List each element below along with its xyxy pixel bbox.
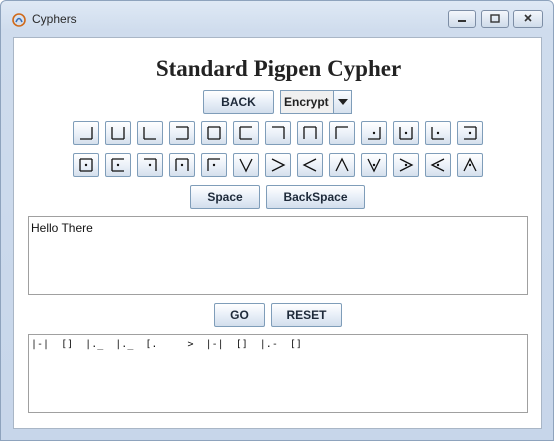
cipher-key-grid-tr[interactable]	[265, 121, 291, 145]
cipher-key-grid-b[interactable]	[105, 121, 131, 145]
pigpen-grid-bl-dot-icon	[430, 125, 446, 141]
pigpen-x-v-dot-icon	[366, 157, 382, 173]
cipher-key-grid-r[interactable]	[169, 121, 195, 145]
pigpen-grid-br-dot-icon	[366, 125, 382, 141]
maximize-icon	[490, 10, 500, 28]
pigpen-x-caret-icon	[334, 157, 350, 173]
cipher-key-x-gt[interactable]	[265, 153, 291, 177]
pigpen-grid-tl-dot-icon	[206, 157, 222, 173]
pigpen-grid-tr-icon	[270, 125, 286, 141]
pigpen-x-v-icon	[238, 157, 254, 173]
pigpen-x-gt-dot-icon	[398, 157, 414, 173]
reset-button[interactable]: RESET	[271, 303, 342, 327]
cipher-key-x-caret-dot[interactable]	[457, 153, 483, 177]
minimize-icon	[457, 10, 467, 28]
pigpen-grid-l-icon	[238, 125, 254, 141]
pigpen-grid-b-dot-icon	[398, 125, 414, 141]
cipher-key-grid-l[interactable]	[233, 121, 259, 145]
cipher-key-grid-br-dot[interactable]	[361, 121, 387, 145]
go-button[interactable]: GO	[214, 303, 265, 327]
cipher-key-grid-l-dot[interactable]	[105, 153, 131, 177]
cipher-key-grid-br[interactable]	[73, 121, 99, 145]
pigpen-grid-t-icon	[302, 125, 318, 141]
close-icon	[523, 10, 533, 28]
maximize-button[interactable]	[481, 10, 509, 28]
pigpen-grid-c-icon	[206, 125, 222, 141]
pigpen-grid-r-icon	[174, 125, 190, 141]
page-title: Standard Pigpen Cypher	[155, 56, 402, 81]
cipher-key-x-caret[interactable]	[329, 153, 355, 177]
pigpen-grid-tr-dot-icon	[142, 157, 158, 173]
mode-select[interactable]: Encrypt	[280, 90, 352, 114]
backspace-button[interactable]: BackSpace	[266, 185, 365, 209]
cipher-key-x-lt[interactable]	[297, 153, 323, 177]
cipher-key-grid-c-dot[interactable]	[73, 153, 99, 177]
cipher-key-grid-tr-dot[interactable]	[137, 153, 163, 177]
pigpen-x-gt-icon	[270, 157, 286, 173]
pigpen-grid-b-icon	[110, 125, 126, 141]
pigpen-grid-l-dot-icon	[110, 157, 126, 173]
cipher-key-x-gt-dot[interactable]	[393, 153, 419, 177]
pigpen-x-lt-dot-icon	[430, 157, 446, 173]
app-window: Cyphers Standard Pigpen Cypher BACK Encr…	[0, 0, 554, 441]
cipher-key-x-v-dot[interactable]	[361, 153, 387, 177]
cipher-key-x-v[interactable]	[233, 153, 259, 177]
close-button[interactable]	[513, 10, 543, 28]
mode-select-value: Encrypt	[284, 95, 329, 109]
content-panel: Standard Pigpen Cypher BACK Encrypt Spac…	[13, 37, 542, 429]
title-bar[interactable]: Cyphers	[1, 1, 553, 35]
cipher-key-grid-tl-dot[interactable]	[201, 153, 227, 177]
cipher-key-grid-b-dot[interactable]	[393, 121, 419, 145]
cipher-output[interactable]: |-| [] |._ |._ [. > |-| [] |.- []	[28, 334, 528, 413]
cipher-key-grid-c[interactable]	[201, 121, 227, 145]
pigpen-grid-tl-icon	[334, 125, 350, 141]
back-button[interactable]: BACK	[203, 90, 274, 114]
plaintext-input[interactable]: Hello There	[28, 216, 528, 295]
cipher-key-x-lt-dot[interactable]	[425, 153, 451, 177]
pigpen-grid-bl-icon	[142, 125, 158, 141]
cipher-key-grid-bl-dot[interactable]	[425, 121, 451, 145]
minimize-button[interactable]	[448, 10, 476, 28]
pigpen-grid-r-dot-icon	[462, 125, 478, 141]
pigpen-grid-br-icon	[78, 125, 94, 141]
pigpen-x-caret-dot-icon	[462, 157, 478, 173]
app-icon	[11, 12, 27, 28]
window-title: Cyphers	[32, 12, 77, 26]
cipher-key-grid-tl[interactable]	[329, 121, 355, 145]
pigpen-grid-t-dot-icon	[174, 157, 190, 173]
cipher-key-grid-t[interactable]	[297, 121, 323, 145]
cipher-key-grid-r-dot[interactable]	[457, 121, 483, 145]
chevron-down-icon[interactable]	[333, 91, 351, 113]
cipher-key-grid-bl[interactable]	[137, 121, 163, 145]
space-button[interactable]: Space	[190, 185, 260, 209]
pigpen-grid-c-dot-icon	[78, 157, 94, 173]
cipher-key-grid-t-dot[interactable]	[169, 153, 195, 177]
pigpen-x-lt-icon	[302, 157, 318, 173]
